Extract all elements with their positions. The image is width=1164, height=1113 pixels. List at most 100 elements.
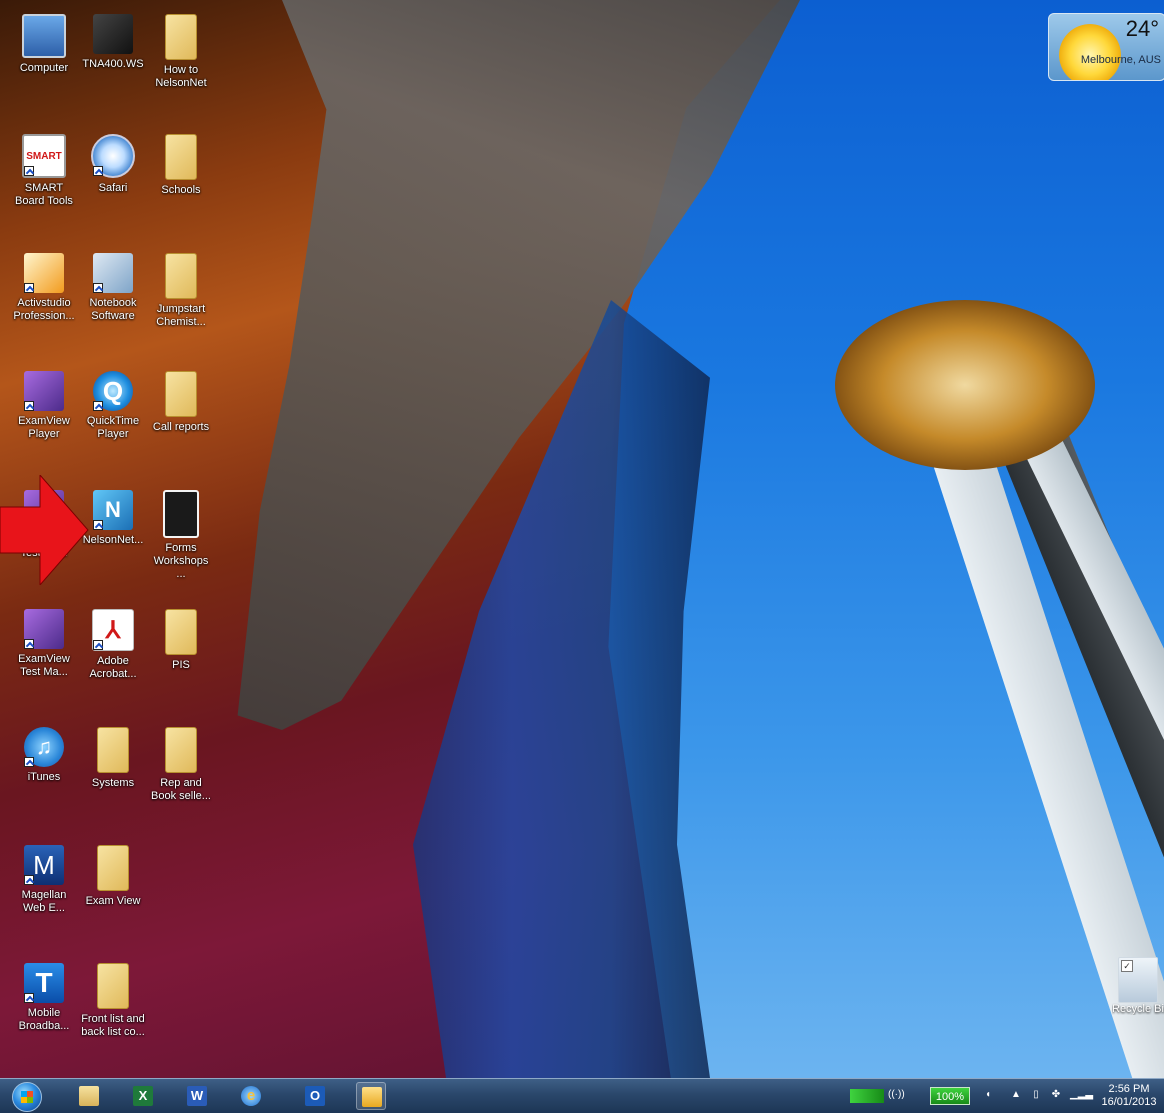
icon-label: ExamView Test Ma... [18,653,70,678]
icon-label: Safari [98,182,128,194]
folder-icon [97,727,129,773]
wireless-icon[interactable]: ((·)) [888,1089,905,1101]
start-button[interactable] [12,1082,42,1112]
icon-label: Schools [161,184,201,196]
desktop-icon-computer[interactable]: Computer [11,14,77,75]
red-arrow-pointer [0,475,89,585]
desktop-icon-examview-test-manager[interactable]: ExamView Test Ma... [11,609,77,679]
desktop-icon-quicktime-player[interactable]: Q QuickTime Player [80,371,146,441]
desktop-icon-front-list[interactable]: Front list and back list co... [80,963,146,1039]
shortcut-arrow-icon [24,401,34,411]
folder-icon [165,253,197,299]
desktop-icon-mobile-broadband[interactable]: T Mobile Broadba... [11,963,77,1033]
space-needle-top [835,300,1095,470]
taskbar-internet-explorer-button[interactable]: e [236,1082,266,1110]
clock-time: 2:56 PM [1108,1083,1150,1095]
desktop-icon-recycle-bin[interactable]: ✓ Recycle Bin [1112,957,1164,1027]
taskbar-excel-button[interactable]: X [128,1082,158,1110]
taskbar-outlook-button[interactable]: O [300,1082,330,1110]
weather-location: Melbourne, AUS [1080,54,1161,66]
icon-label: Jumpstart Chemist... [156,303,206,328]
desktop-icon-call-reports[interactable]: Call reports [148,371,214,434]
power-plug-icon[interactable]: ◖ [982,1089,994,1101]
recycle-bin-icon: ✓ [1118,957,1158,1003]
icon-label: ExamView Player [18,415,70,440]
show-hidden-icons-button[interactable]: ▲ [1010,1089,1022,1101]
mail-icon [362,1087,382,1107]
taskbar-outlook-mail-button[interactable] [356,1082,386,1110]
icon-label: Computer [19,62,69,74]
signal-strength-icon[interactable] [850,1089,884,1103]
shortcut-arrow-icon [93,166,103,176]
shortcut-arrow-icon [24,757,34,767]
shortcut-arrow-icon [24,283,34,293]
pdf-icon: ⅄ [92,609,134,651]
icon-label: Mobile Broadba... [18,1007,70,1032]
taskbar-explorer-button[interactable] [74,1082,104,1110]
shortcut-arrow-icon [24,639,34,649]
icon-label: Notebook Software [89,297,137,322]
desktop-icon-exam-view[interactable]: Exam View [80,845,146,908]
desktop-icon-activstudio[interactable]: Activstudio Profession... [11,253,77,323]
icon-label: Front list and back list co... [81,1013,145,1038]
folder-icon [165,727,197,773]
smart-board-icon: SMART [22,134,66,178]
desktop-icon-adobe-acrobat[interactable]: ⅄ Adobe Acrobat... [80,609,146,681]
file-explorer-icon [79,1086,99,1106]
battery-indicator[interactable]: 100% [930,1087,970,1105]
icon-label: How to NelsonNet [155,64,207,89]
icon-label: TNA400.WS [82,58,144,70]
desktop-icon-smart-board-tools[interactable]: SMART SMART Board Tools [11,134,77,208]
desktop-icon-jumpstart-chemistry[interactable]: Jumpstart Chemist... [148,253,214,329]
icon-label: Activstudio Profession... [13,297,75,322]
shortcut-arrow-icon [24,875,34,885]
desktop-icon-schools[interactable]: Schools [148,134,214,197]
volume-icon[interactable]: ▁▂▃ [1070,1089,1093,1101]
desktop-icon-systems[interactable]: Systems [80,727,146,790]
weather-temperature: 24° [1125,16,1159,41]
clock-date: 16/01/2013 [1101,1096,1157,1108]
icon-label: iTunes [27,771,61,783]
desktop-icon-examview-player[interactable]: ExamView Player [11,371,77,441]
internet-explorer-icon: e [241,1086,261,1106]
folder-icon [165,134,197,180]
shortcut-arrow-icon [93,520,103,530]
computer-icon [22,14,66,58]
icon-label: SMART Board Tools [15,182,73,207]
weather-gadget[interactable]: 24° Melbourne, AUS [1048,13,1164,81]
desktop-icon-forms-workshops[interactable]: Forms Workshops ... [148,490,214,581]
shortcut-arrow-icon [93,401,103,411]
network-icon[interactable]: ✤ [1050,1089,1062,1101]
sun-icon [1059,24,1121,80]
icon-label: Exam View [85,895,141,907]
system-clock[interactable]: 2:56 PM 16/01/2013 [1098,1083,1160,1109]
compass-icon [91,134,135,178]
nelsonnet-icon: N [93,490,133,530]
icon-label: Systems [91,777,135,789]
taskbar: X W e O ((·)) 100% ◖ ▲ ▯ ✤ ▁▂▃ 2:56 PM 1… [0,1078,1164,1113]
document-folder-icon [163,490,199,538]
icon-label: Adobe Acrobat... [89,655,137,680]
device-icon[interactable]: ▯ [1030,1089,1042,1101]
desktop-icon-safari[interactable]: Safari [80,134,146,195]
desktop-icon-tna400[interactable]: TNA400.WS [80,14,146,71]
notebook-icon [93,253,133,293]
folder-icon [165,609,197,655]
outlook-icon: O [305,1086,325,1106]
desktop-icon-rep-and-book-sellers[interactable]: Rep and Book selle... [148,727,214,803]
desktop-icon-notebook-software[interactable]: Notebook Software [80,253,146,323]
icon-label: Call reports [152,421,210,433]
desktop-icon-magellan[interactable]: M Magellan Web E... [11,845,77,915]
shortcut-arrow-icon [93,640,103,650]
magellan-icon: M [24,845,64,885]
examview-test-manager-icon [24,609,64,649]
desktop-icon-how-to-nelsonnet[interactable]: How to NelsonNet [148,14,214,90]
desktop-icon-pis[interactable]: PIS [148,609,214,672]
taskbar-word-button[interactable]: W [182,1082,212,1110]
telstra-icon: T [24,963,64,1003]
icon-label: Rep and Book selle... [151,777,211,802]
folder-icon [165,371,197,417]
quicktime-icon: Q [93,371,133,411]
examview-player-icon [24,371,64,411]
desktop-icon-itunes[interactable]: ♫ iTunes [11,727,77,784]
